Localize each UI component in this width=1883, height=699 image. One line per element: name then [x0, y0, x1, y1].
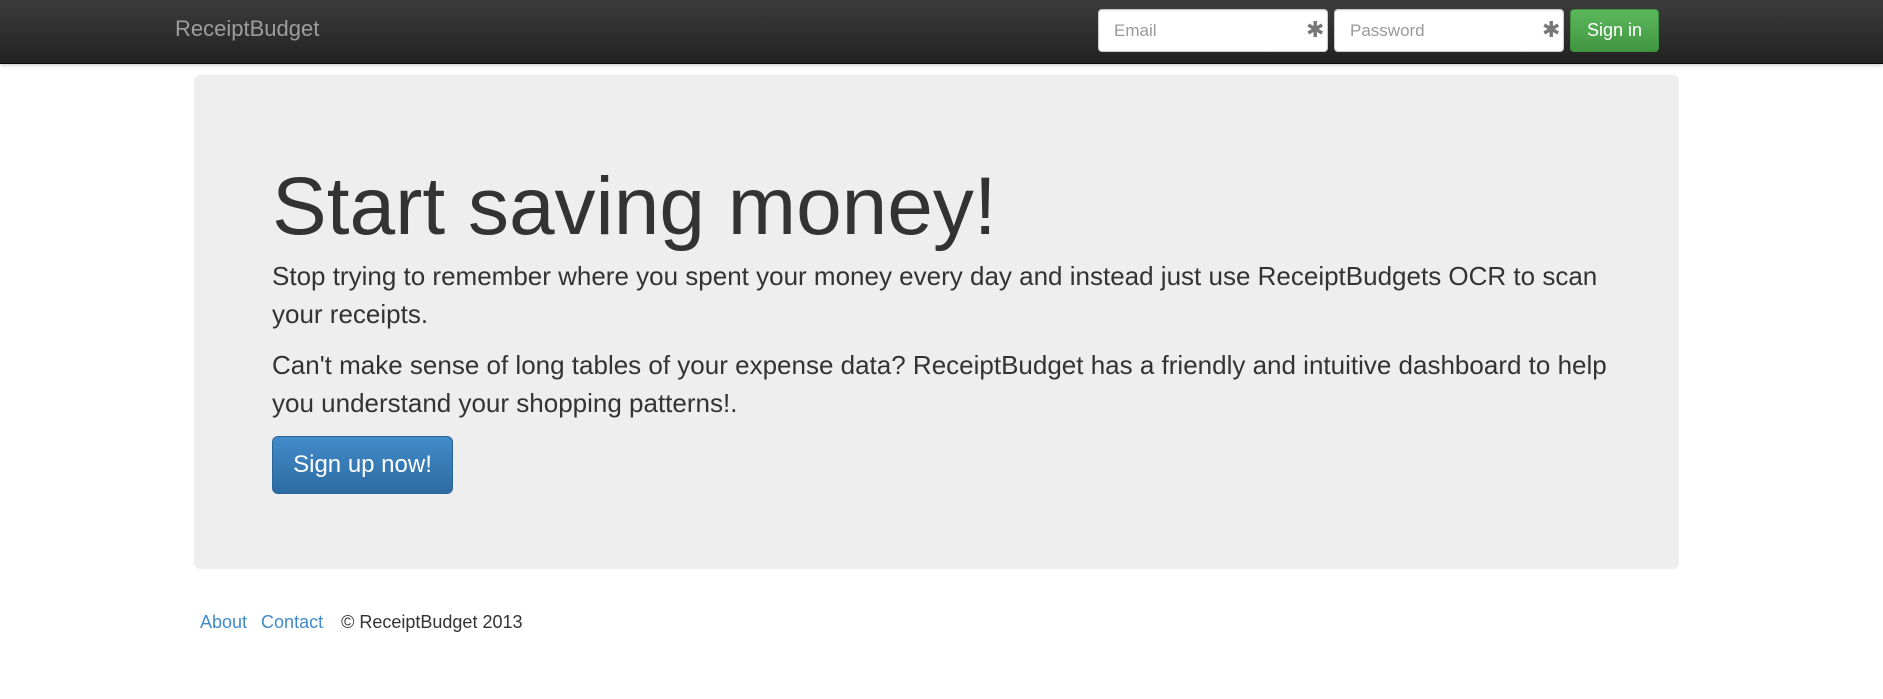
- sign-up-button[interactable]: Sign up now!: [272, 436, 453, 494]
- asterisk-icon: ✱: [1306, 17, 1325, 42]
- footer-link-about[interactable]: About: [200, 612, 247, 632]
- footer-link-contact[interactable]: Contact: [261, 612, 323, 632]
- password-input[interactable]: [1334, 9, 1564, 52]
- hero-paragraph-ocr: Stop trying to remember where you spent …: [272, 261, 1598, 329]
- top-navbar: ReceiptBudget ✱ ✱ Sign in: [0, 0, 1883, 64]
- hero-title: Start saving money!: [272, 161, 997, 252]
- sign-in-button[interactable]: Sign in: [1570, 9, 1659, 52]
- hero-paragraph-dashboard: Can't make sense of long tables of your …: [272, 350, 1607, 418]
- hero-jumbotron: Start saving money! Stop trying to remem…: [194, 75, 1679, 569]
- asterisk-icon: ✱: [1542, 17, 1561, 42]
- email-input[interactable]: [1098, 9, 1328, 52]
- brand-link[interactable]: ReceiptBudget: [175, 16, 319, 42]
- footer: About Contact © ReceiptBudget 2013: [200, 611, 522, 633]
- copyright-text: © ReceiptBudget 2013: [341, 612, 523, 632]
